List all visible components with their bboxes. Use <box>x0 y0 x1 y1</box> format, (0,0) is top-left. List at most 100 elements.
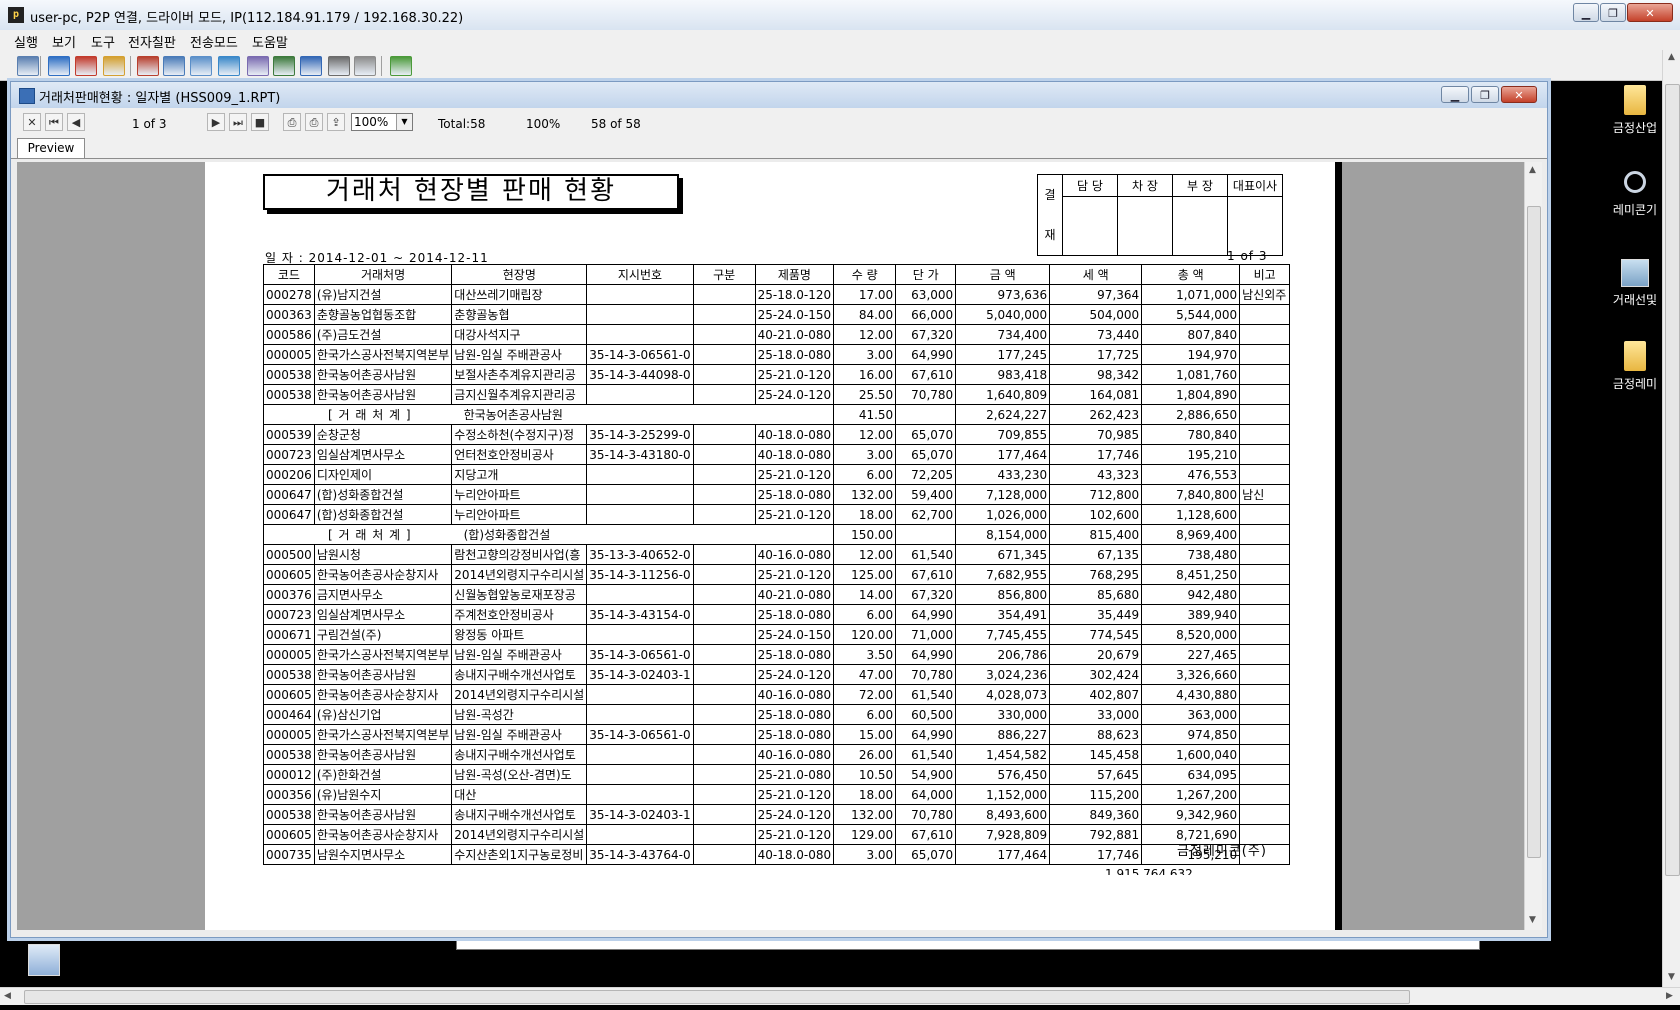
cancel-icon[interactable]: ■ <box>251 113 269 131</box>
multi-monitor-icon[interactable] <box>328 56 350 76</box>
table-cell: 62,700 <box>895 504 957 525</box>
scroll-thumb[interactable] <box>1527 206 1541 858</box>
table-cell: 000538 <box>263 364 315 385</box>
table-cell <box>586 624 694 645</box>
subtotal-cell: 262,423 <box>1049 404 1143 425</box>
chevron-down-icon[interactable]: ▼ <box>396 114 412 130</box>
pointer-icon[interactable] <box>390 56 412 76</box>
print-icon[interactable]: ⎙ <box>283 113 301 131</box>
table-cell: 언터천호안정비공사 <box>451 444 588 465</box>
capture-icon[interactable] <box>163 56 185 76</box>
menu-item[interactable]: 도움말 <box>252 32 288 51</box>
report-minimize-button[interactable]: ▁ <box>1441 86 1469 103</box>
monitor-icon[interactable] <box>48 56 70 76</box>
table-cell <box>1239 464 1291 485</box>
scroll-down-icon[interactable]: ▼ <box>1668 972 1675 982</box>
table-cell: 17,746 <box>1049 444 1143 465</box>
table-cell: 25-21.0-080 <box>754 764 835 785</box>
network-icon[interactable] <box>218 56 240 76</box>
stop-icon[interactable]: ✕ <box>23 113 41 131</box>
table-cell: 3.00 <box>833 344 897 365</box>
report-title: 거래처 현장별 판매 현황 <box>263 174 679 210</box>
table-cell <box>586 504 694 525</box>
outer-vertical-scrollbar[interactable]: ▲ ▼ <box>1662 50 1680 987</box>
toolbar-separator <box>130 56 131 76</box>
table-cell: 000647 <box>263 504 315 525</box>
transfer-icon[interactable] <box>354 56 376 76</box>
table-row: 000376 금지면사무소 신월농협앞농로재포장공 40-21.0-080 14.00 6… <box>263 584 1291 605</box>
report-window-title-bar[interactable]: 거래처판매현황 : 일자별 (HSS009_1.RPT) ▁ ❐ ✕ <box>11 82 1547 108</box>
table-cell: 한국농어촌공사순창지사 <box>313 824 453 845</box>
table-cell: 남원-곡성(오산-겸면)도 <box>451 764 588 785</box>
table-cell <box>586 304 694 325</box>
next-page-icon[interactable]: ▶ <box>207 113 225 131</box>
scroll-down-icon[interactable]: ▼ <box>1529 915 1536 925</box>
report-vertical-scrollbar[interactable]: ▲ ▼ <box>1524 162 1542 930</box>
table-cell: 40-16.0-080 <box>754 684 835 705</box>
table-cell: 330,000 <box>955 704 1051 725</box>
table-cell: 25-21.0-120 <box>754 504 835 525</box>
table-cell <box>1239 724 1291 745</box>
table-cell: 65,070 <box>895 844 957 865</box>
record-icon[interactable] <box>137 56 159 76</box>
outer-horizontal-scrollbar[interactable]: ◀ ▶ <box>0 987 1680 1005</box>
table-cell: 25-24.0-120 <box>754 384 835 405</box>
first-page-icon[interactable]: ⏮ <box>45 113 63 131</box>
screen-share-icon[interactable] <box>75 56 97 76</box>
table-cell: 1,640,809 <box>955 384 1051 405</box>
table-cell: 33,000 <box>1049 704 1143 725</box>
table-cell: 16.00 <box>833 364 897 385</box>
table-cell: 남신 <box>1239 484 1291 505</box>
export-icon[interactable]: ⇪ <box>327 113 345 131</box>
minimize-button[interactable]: ▁ <box>1573 3 1599 22</box>
connect-icon[interactable] <box>17 56 39 76</box>
menu-item[interactable]: 실행 <box>14 32 38 51</box>
approval-side-label: 결재 <box>1037 174 1063 256</box>
last-page-icon[interactable]: ⏭ <box>229 113 247 131</box>
table-cell <box>692 484 756 505</box>
shortcut-icon[interactable] <box>28 944 60 976</box>
table-cell: 768,295 <box>1049 564 1143 585</box>
zoom-select[interactable]: 100% ▼ <box>351 113 413 131</box>
maximize-button[interactable]: ❐ <box>1600 3 1626 22</box>
users-icon[interactable] <box>247 56 269 76</box>
table-cell: 40-21.0-080 <box>754 584 835 605</box>
table-cell: 7,840,800 <box>1141 484 1241 505</box>
menu-item[interactable]: 보기 <box>52 32 76 51</box>
menu-item[interactable]: 전송모드 <box>190 32 238 51</box>
scroll-left-icon[interactable]: ◀ <box>4 991 11 1001</box>
refresh-icon[interactable] <box>103 56 125 76</box>
table-cell <box>1239 604 1291 625</box>
scroll-thumb[interactable] <box>1665 84 1680 876</box>
table-cell: 1,128,600 <box>1141 504 1241 525</box>
copy-icon[interactable] <box>190 56 212 76</box>
scroll-up-icon[interactable]: ▲ <box>1668 52 1675 62</box>
app-title-bar[interactable]: p user-pc, P2P 연결, 드라이버 모드, IP(112.184.9… <box>0 0 1680 31</box>
close-button[interactable]: ✕ <box>1627 3 1673 22</box>
prev-page-icon[interactable]: ◀ <box>67 113 85 131</box>
table-cell: 누리안아파트 <box>451 484 588 505</box>
subtotal-cell: 2,886,650 <box>1141 404 1241 425</box>
scroll-thumb[interactable] <box>24 990 1410 1004</box>
report-maximize-button[interactable]: ❐ <box>1471 86 1499 103</box>
table-cell: 35-14-3-02403-1 <box>586 664 694 685</box>
table-cell: 72,205 <box>895 464 957 485</box>
table-cell <box>1239 624 1291 645</box>
table-cell: 000723 <box>263 444 315 465</box>
tab-preview[interactable]: Preview <box>17 138 85 158</box>
display-icon[interactable] <box>273 56 295 76</box>
table-cell: 20,679 <box>1049 644 1143 665</box>
table-cell <box>1239 364 1291 385</box>
window-icon[interactable] <box>300 56 322 76</box>
scroll-right-icon[interactable]: ▶ <box>1666 991 1673 1001</box>
menu-item[interactable]: 전자칠판 <box>128 32 176 51</box>
scroll-up-icon[interactable]: ▲ <box>1529 165 1536 175</box>
subtotal-label: [ 거 래 처 계 ] <box>328 528 412 542</box>
table-cell <box>586 484 694 505</box>
print-setup-icon[interactable]: ⎙ <box>305 113 323 131</box>
table-cell: 000671 <box>263 624 315 645</box>
table-cell: (주)금도건설 <box>313 324 453 345</box>
table-row: 000005 한국가스공사전북지역본부 남원-임실 주배관공사 35-14-3-065… <box>263 724 1291 745</box>
menu-item[interactable]: 도구 <box>91 32 115 51</box>
report-close-button[interactable]: ✕ <box>1501 86 1537 103</box>
